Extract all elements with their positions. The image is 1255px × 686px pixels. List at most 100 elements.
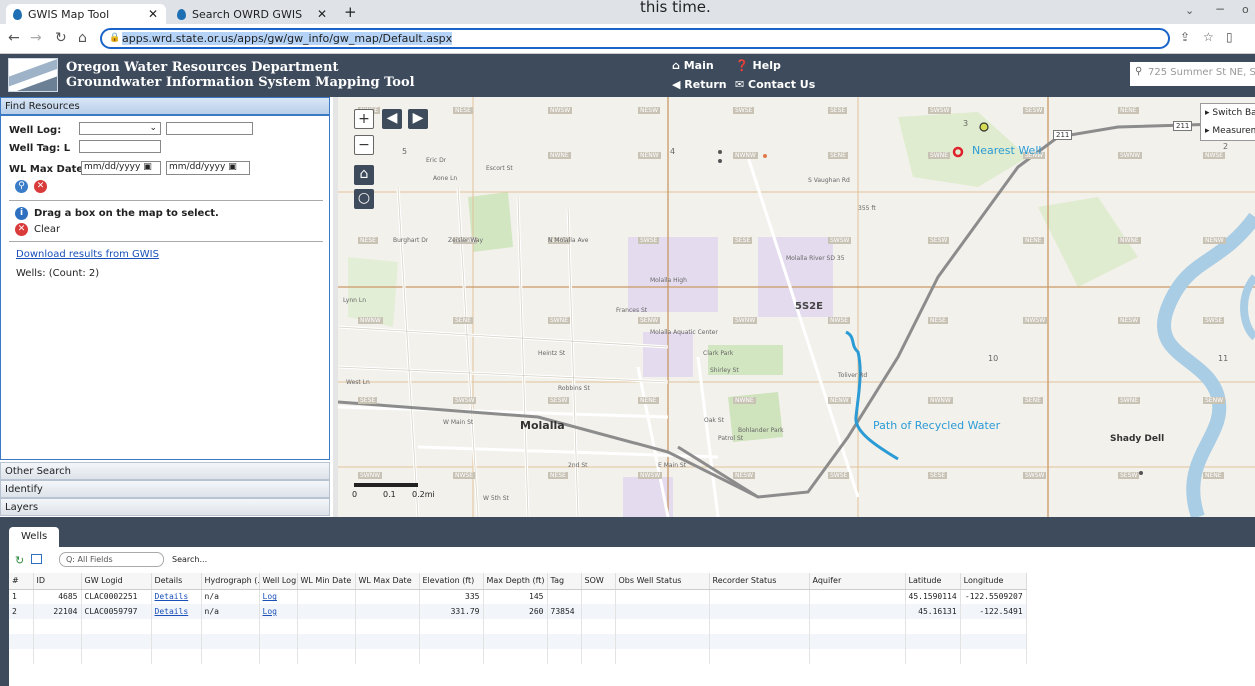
empty-cell bbox=[960, 619, 1027, 634]
home-icon[interactable]: ⌂ bbox=[78, 30, 87, 46]
zoom-in-button[interactable]: + bbox=[354, 109, 374, 129]
street-label: Bohlander Park bbox=[738, 427, 784, 434]
table-row[interactable]: 1 4685 CLAC0002251 Details n/a Log 335 145 45.15… bbox=[9, 589, 1027, 604]
minimize-icon[interactable]: − bbox=[1215, 2, 1225, 16]
highway-shield: 211 bbox=[1173, 121, 1193, 131]
back-arrow-icon[interactable]: ← bbox=[8, 30, 20, 46]
cell-log[interactable]: Log bbox=[259, 604, 298, 619]
grid-search-button[interactable]: Search... bbox=[172, 555, 207, 564]
url-field[interactable]: 🔒 apps.wrd.state.or.us/apps/gw/gw_info/g… bbox=[100, 28, 1170, 49]
tab-gwis-map-tool[interactable]: GWIS Map Tool ✕ bbox=[6, 4, 166, 24]
measurement-item[interactable]: ▸ Measurement bbox=[1205, 126, 1255, 136]
column-header[interactable]: Latitude bbox=[905, 573, 961, 590]
column-header[interactable]: WL Max Date bbox=[355, 573, 420, 590]
clear-icon[interactable]: ✕ bbox=[15, 223, 28, 236]
other-search-header[interactable]: Other Search bbox=[0, 462, 330, 480]
township-tag: SENW bbox=[638, 317, 661, 324]
tab-wells[interactable]: Wells bbox=[9, 527, 59, 547]
cell-details[interactable]: Details bbox=[151, 589, 202, 604]
map-view[interactable]: NWSE NESE NWSW NESW SWSE SESE SWSW SESW NENE NWNE… bbox=[338, 97, 1255, 517]
column-header[interactable]: Longitude bbox=[960, 573, 1027, 590]
column-header[interactable]: Max Depth (ft) bbox=[483, 573, 548, 590]
search-icon[interactable]: ⚲ bbox=[15, 180, 28, 193]
empty-cell bbox=[547, 634, 582, 649]
details-link[interactable]: Details bbox=[155, 592, 189, 601]
sidebar-icon[interactable]: ▯ bbox=[1226, 30, 1233, 44]
log-link[interactable]: Log bbox=[263, 607, 277, 616]
column-header[interactable]: Well Log bbox=[259, 573, 298, 590]
column-header[interactable]: Recorder Status bbox=[709, 573, 810, 590]
star-icon[interactable]: ☆ bbox=[1203, 30, 1214, 44]
township-tag: SENE bbox=[1023, 397, 1043, 404]
empty-row bbox=[9, 619, 1027, 634]
cell-sow bbox=[581, 604, 616, 619]
close-icon[interactable]: ✕ bbox=[34, 180, 47, 193]
return-link[interactable]: ◀ Return bbox=[672, 78, 727, 91]
well-log-number-input[interactable] bbox=[166, 122, 253, 135]
help-link[interactable]: ❓ Help bbox=[735, 59, 781, 72]
wl-max-date-to-input[interactable]: mm/dd/yyyy ▣ bbox=[166, 161, 250, 175]
contact-us-link[interactable]: ✉ Contact Us bbox=[735, 78, 815, 91]
scale-label: 0.2mi bbox=[412, 490, 435, 499]
wl-max-date-from-input[interactable]: mm/dd/yyyy ▣ bbox=[81, 161, 161, 175]
township-tag: SWNE bbox=[1118, 397, 1141, 404]
column-header[interactable]: Elevation (ft) bbox=[419, 573, 484, 590]
street-label: Robbins St bbox=[558, 385, 590, 392]
clear-button[interactable]: Clear bbox=[34, 224, 60, 235]
reload-icon[interactable]: ↻ bbox=[55, 30, 67, 46]
well-tag-input[interactable] bbox=[79, 140, 161, 153]
column-header[interactable]: GW Logid bbox=[81, 573, 152, 590]
tab-title: GWIS Map Tool bbox=[28, 8, 110, 21]
column-header[interactable]: Details bbox=[151, 573, 202, 590]
column-header[interactable]: WL Min Date bbox=[297, 573, 356, 590]
well-log-type-select[interactable]: ⌄ bbox=[79, 122, 161, 135]
details-link[interactable]: Details bbox=[155, 607, 189, 616]
table-row[interactable]: 2 22104 CLAC0059797 Details n/a Log 331.79 260 7… bbox=[9, 604, 1027, 619]
tab-search-icon[interactable]: ⌄ bbox=[1185, 4, 1194, 17]
restore-icon[interactable]: o bbox=[1242, 3, 1249, 16]
column-header[interactable]: ID bbox=[33, 573, 82, 590]
cell-details[interactable]: Details bbox=[151, 604, 202, 619]
column-header[interactable]: Tag bbox=[547, 573, 582, 590]
cell-log[interactable]: Log bbox=[259, 589, 298, 604]
address-search-input[interactable]: ⚲ 725 Summer St NE, Sa bbox=[1130, 62, 1255, 86]
street-label: W Main St bbox=[443, 419, 474, 426]
township-tag: NESW bbox=[1118, 317, 1141, 324]
cell-rec bbox=[709, 604, 810, 619]
column-header[interactable]: Obs Well Status bbox=[615, 573, 710, 590]
column-header[interactable]: SOW bbox=[581, 573, 616, 590]
cell-wlmax bbox=[355, 589, 420, 604]
home-extent-icon[interactable]: ⌂ bbox=[354, 165, 374, 185]
columns-icon[interactable] bbox=[31, 554, 42, 564]
column-header[interactable]: Hydrograph (... bbox=[201, 573, 260, 590]
township-tag: SWSE bbox=[828, 472, 850, 479]
main-link[interactable]: ⌂ Main bbox=[672, 59, 714, 72]
next-extent-icon[interactable]: ▶ bbox=[408, 109, 428, 129]
column-header[interactable]: Aquifer bbox=[809, 573, 906, 590]
locate-icon[interactable]: ○ bbox=[354, 189, 374, 209]
new-tab-icon[interactable]: + bbox=[344, 3, 357, 21]
download-results-link[interactable]: Download results from GWIS bbox=[16, 249, 159, 260]
forward-arrow-icon[interactable]: → bbox=[30, 30, 42, 46]
share-icon[interactable]: ⇪ bbox=[1180, 30, 1190, 44]
identify-header[interactable]: Identify bbox=[0, 480, 330, 498]
log-link[interactable]: Log bbox=[263, 592, 277, 601]
find-resources-header[interactable]: Find Resources bbox=[0, 97, 330, 115]
township-tag: SWNW bbox=[733, 317, 758, 324]
left-panel: Find Resources Well Log: ⌄ Well Tag: L W… bbox=[0, 97, 336, 517]
switch-basemap-item[interactable]: ▸ Switch Base bbox=[1205, 108, 1255, 118]
zoom-out-button[interactable]: − bbox=[354, 135, 374, 155]
township-tag: SWNE bbox=[548, 317, 571, 324]
refresh-icon[interactable]: ↻ bbox=[15, 554, 24, 567]
close-icon[interactable]: ✕ bbox=[148, 7, 158, 21]
url-host: apps.wrd.state.or.us bbox=[122, 32, 234, 45]
cell-lat: 45.1590114 bbox=[905, 589, 961, 604]
close-icon[interactable]: ✕ bbox=[317, 7, 327, 21]
previous-extent-icon[interactable]: ◀ bbox=[382, 109, 402, 129]
layers-header[interactable]: Layers bbox=[0, 498, 330, 516]
township-tag: NENE bbox=[1118, 107, 1139, 114]
township-tag: SWNE bbox=[928, 152, 951, 159]
column-header[interactable]: # bbox=[9, 573, 34, 590]
grid-search-input[interactable]: Q: All Fields bbox=[59, 552, 164, 567]
tab-search-owrd-gwis[interactable]: Search OWRD GWIS ✕ bbox=[170, 4, 335, 24]
